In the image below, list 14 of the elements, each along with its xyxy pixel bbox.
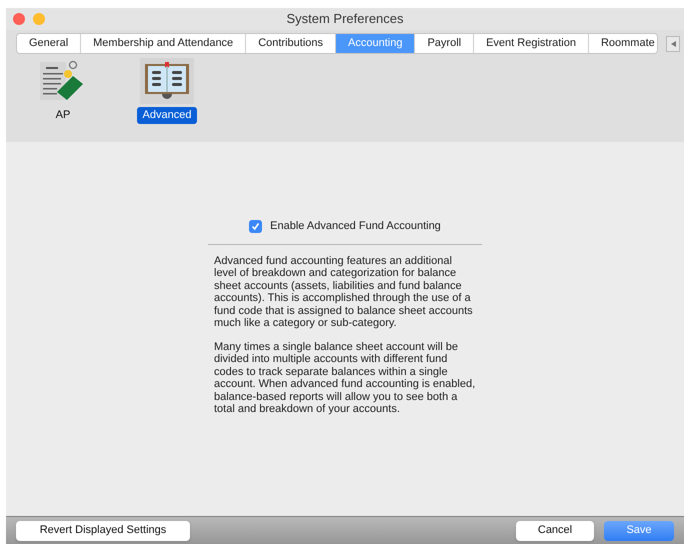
book-icon: [143, 60, 191, 102]
checkbox-label: Enable Advanced Fund Accounting: [270, 219, 441, 234]
caret-icon: [670, 40, 676, 46]
cancel-button[interactable]: Cancel: [516, 520, 594, 540]
description-paragraph: Advanced fund accounting features an additional level of breakdown and categorization for balance sheet accounts (assets, liabilities and fund balance accounts). This is accomplished through the use of a fund code that is assigned to balance sheet accounts much like a category or sub-category.: [214, 254, 474, 330]
revert-button[interactable]: Revert Displayed Settings: [16, 520, 190, 540]
window-title: System Preferences: [286, 10, 404, 28]
close-button[interactable]: [13, 13, 25, 25]
checkbox[interactable]: [249, 220, 262, 233]
scroll-left-button[interactable]: [666, 36, 680, 52]
section-label[interactable]: Advanced: [136, 107, 198, 124]
tab[interactable]: General: [17, 34, 82, 53]
description-paragraph: Many times a single balance sheet account will be divided into multiple accounts with different fund codes to track separate balances within a single account. When advanced fund accounting is enabled, balance-based reports will allow you to see both a total and breakdown of your accounts.: [214, 340, 476, 416]
section-label[interactable]: AP: [50, 107, 76, 124]
